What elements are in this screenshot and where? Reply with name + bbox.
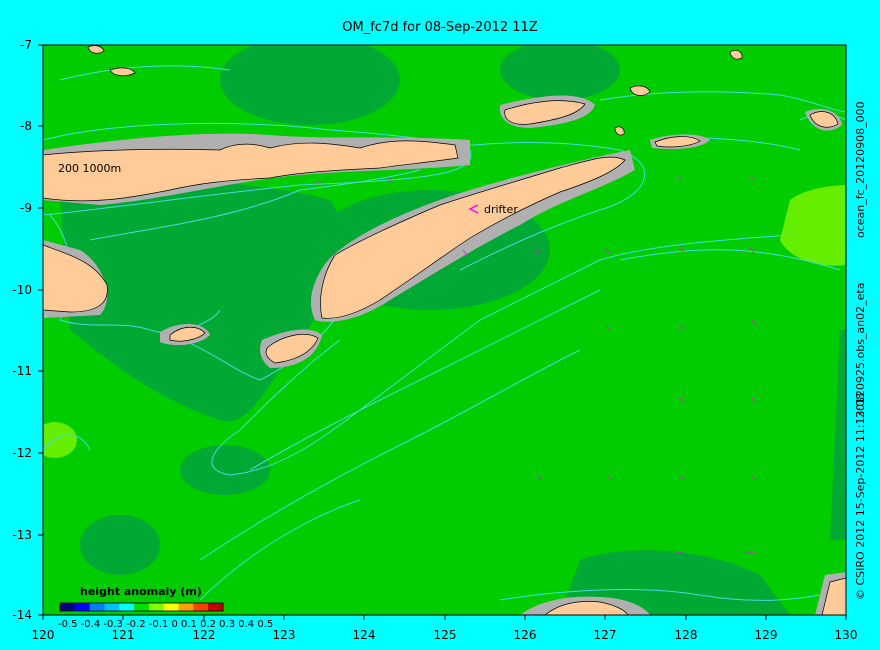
colorbar-swatch <box>163 603 180 611</box>
lat-label: -8 <box>20 119 32 133</box>
lon-label: 129 <box>754 628 778 642</box>
colorbar-swatch <box>134 603 150 611</box>
lat-label: -9 <box>20 201 32 215</box>
colorbar-labels: -0.5 -0.4 -0.3 -0.2 -0.1 0 0.1 0.2 0.3 0… <box>58 619 274 630</box>
lon-label: 120 <box>31 628 55 642</box>
colorbar-swatch <box>148 603 165 611</box>
lat-label: -14 <box>12 608 32 622</box>
lon-label: 124 <box>352 628 376 642</box>
lat-label: -13 <box>12 528 32 542</box>
colorbar <box>59 602 224 612</box>
lat-label: -10 <box>12 283 32 297</box>
colorbar-swatch <box>60 603 76 611</box>
lon-label: 130 <box>834 628 858 642</box>
colorbar-swatch <box>119 603 135 611</box>
side-label-copyright: © CSIRO 2012 15-Sep-2012 11:13:08 <box>854 392 867 600</box>
lon-label: 128 <box>674 628 698 642</box>
lon-label: 127 <box>593 628 617 642</box>
lon-label: 123 <box>272 628 296 642</box>
ocean-map <box>38 44 847 620</box>
drifter-label: drifter <box>484 203 518 216</box>
colorbar-swatch <box>208 603 224 611</box>
colorbar-swatch <box>74 603 91 611</box>
colorbar-swatch <box>104 603 120 611</box>
depth-contour-label: 200 1000m <box>58 162 122 175</box>
colorbar-title: height anomaly (m) <box>80 585 202 598</box>
lat-label: -7 <box>20 38 32 52</box>
colorbar-swatch <box>178 603 194 611</box>
lon-label: 122 <box>192 628 216 642</box>
lat-label: -12 <box>12 446 32 460</box>
lon-label: 125 <box>433 628 457 642</box>
lon-label: 121 <box>111 628 135 642</box>
colorbar-swatch <box>193 603 209 611</box>
side-label-forecast: ocean_fc_20120908_000 <box>854 101 867 238</box>
colorbar-swatch <box>89 603 105 611</box>
lon-label: 126 <box>513 628 537 642</box>
lat-label: -11 <box>12 364 32 378</box>
